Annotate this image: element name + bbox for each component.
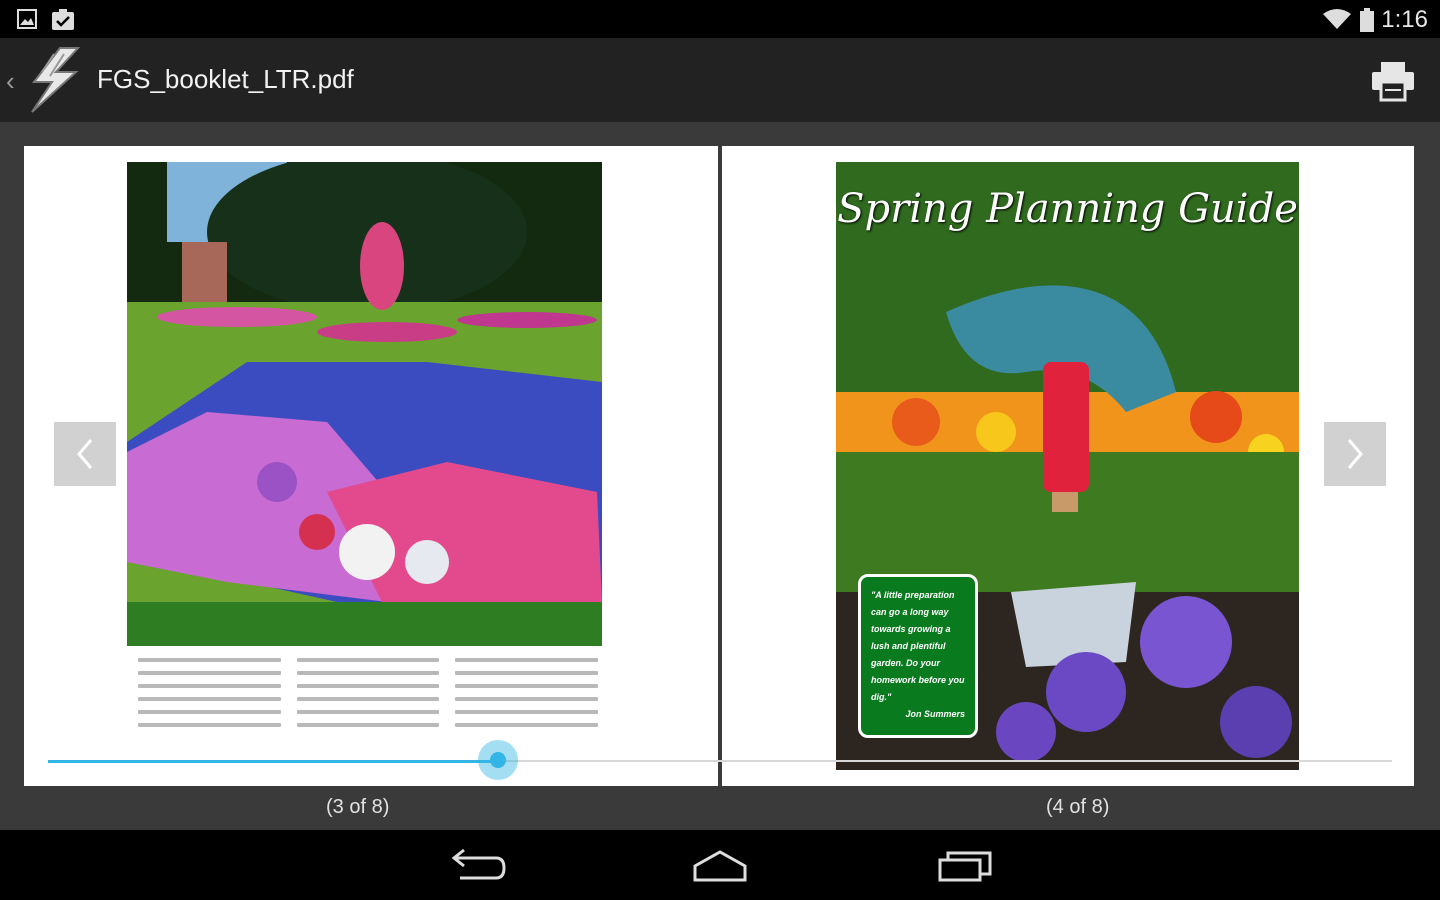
home-icon[interactable]	[685, 848, 755, 884]
clipboard-check-icon	[52, 9, 74, 30]
lightning-logo-icon[interactable]	[24, 46, 88, 114]
scrubber-thumb[interactable]	[478, 740, 519, 780]
status-bar: 1:16	[0, 0, 1440, 38]
wifi-icon	[1323, 9, 1351, 29]
scrubber-fill	[48, 760, 499, 763]
quote-box: "A little preparation can go a long way …	[858, 574, 978, 738]
recent-apps-icon[interactable]	[930, 848, 1000, 884]
quote-text: "A little preparation can go a long way …	[871, 590, 965, 702]
page-4[interactable]: Spring Planning Guide "A little preparat…	[722, 146, 1414, 786]
action-bar: ‹ FGS_booklet_LTR.pdf	[0, 38, 1440, 122]
trowel-flowers-photo: Spring Planning Guide "A little preparat…	[836, 162, 1299, 770]
body-text	[138, 658, 599, 768]
chevron-right-icon	[1347, 439, 1363, 469]
guide-title: Spring Planning Guide	[837, 186, 1298, 232]
garden-photo	[127, 162, 602, 646]
back-icon[interactable]	[442, 848, 512, 884]
page-scrubber[interactable]	[48, 740, 1392, 780]
next-page-button[interactable]	[1324, 422, 1386, 486]
image-notification-icon	[17, 9, 37, 29]
system-nav-bar	[0, 830, 1440, 900]
document-title: FGS_booklet_LTR.pdf	[97, 64, 354, 94]
left-page-number: (3 of 8)	[326, 796, 390, 818]
chevron-left-icon	[77, 439, 93, 469]
quote-author: Jon Summers	[905, 709, 965, 719]
print-icon[interactable]	[1370, 60, 1416, 102]
page-3[interactable]	[24, 146, 718, 786]
battery-icon	[1360, 8, 1374, 32]
right-page-number: (4 of 8)	[1046, 796, 1110, 818]
previous-page-button[interactable]	[54, 422, 116, 486]
pdf-viewer[interactable]: Spring Planning Guide "A little preparat…	[0, 122, 1440, 830]
clock: 1:16	[1381, 6, 1428, 33]
back-chevron-icon[interactable]: ‹	[6, 66, 15, 97]
